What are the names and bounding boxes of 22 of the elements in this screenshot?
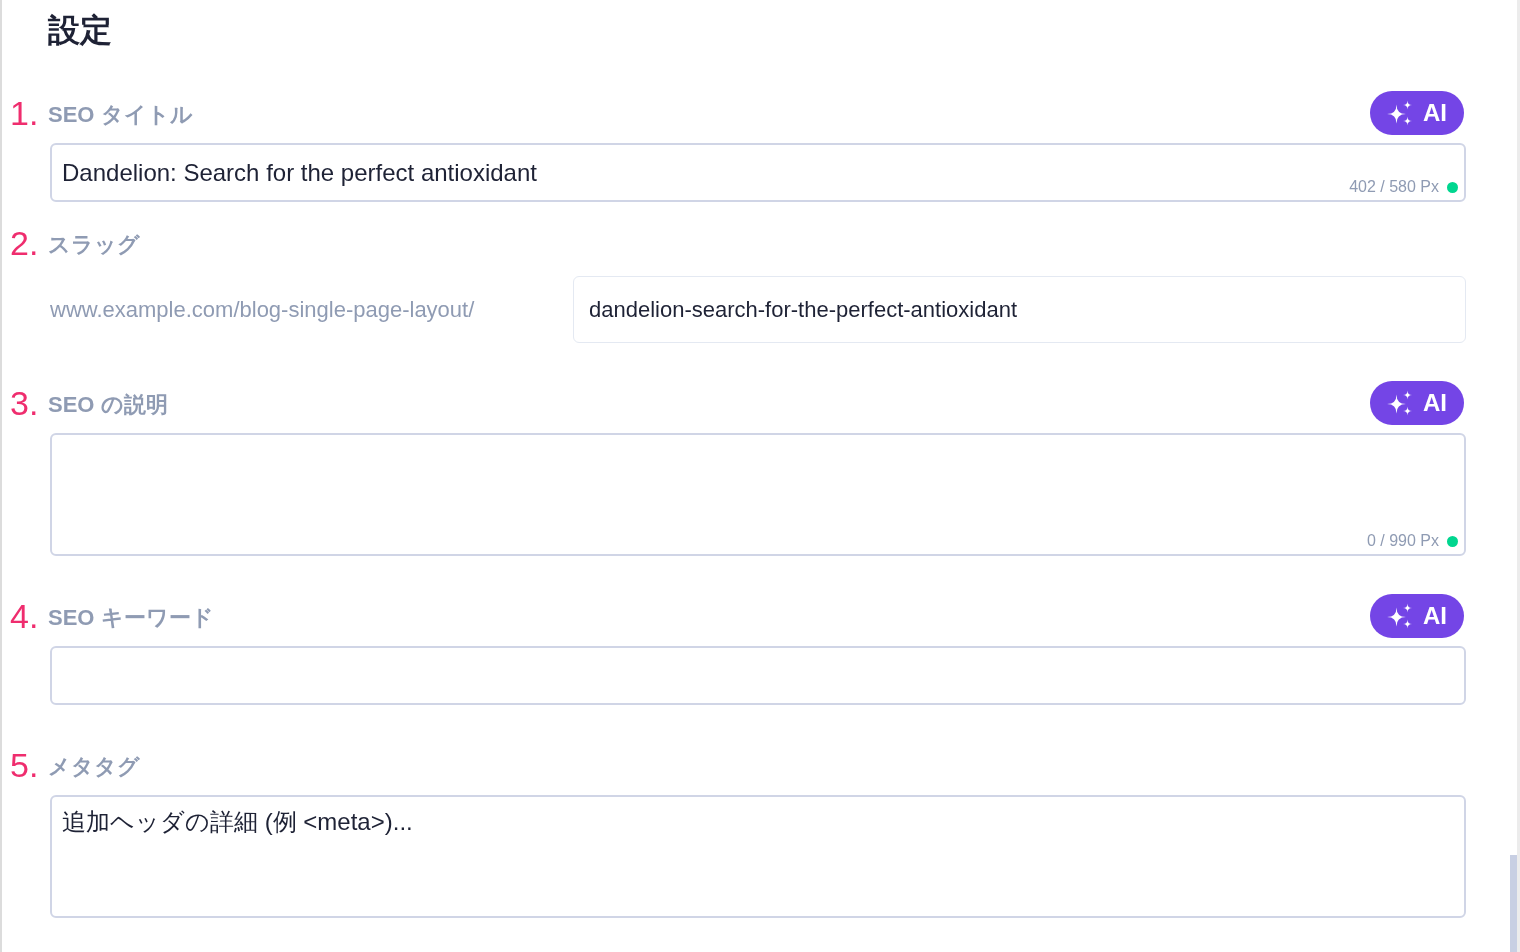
page-title: 設定 xyxy=(48,11,112,50)
field-label: SEO タイトル xyxy=(48,101,193,129)
text-input[interactable] xyxy=(50,646,1466,705)
step-number: 4. xyxy=(10,596,39,636)
pixel-counter: 402 / 580 Px xyxy=(1349,177,1439,197)
field-label: スラッグ xyxy=(48,231,140,259)
pixel-counter: 0 / 990 Px xyxy=(1366,531,1439,551)
step-number: 1. xyxy=(10,93,39,133)
ai-button[interactable]: AI xyxy=(1370,381,1464,425)
slug-input[interactable]: dandelion-search-for-the-perfect-antioxidant xyxy=(573,276,1466,343)
scrollbar-thumb[interactable] xyxy=(1510,855,1517,952)
ai-button[interactable]: AI xyxy=(1370,594,1464,638)
field-label: SEO キーワード xyxy=(48,604,214,632)
ai-button[interactable]: AI xyxy=(1370,91,1464,135)
step-number: 3. xyxy=(10,383,39,423)
field-label: メタタグ xyxy=(48,753,140,781)
textarea-field[interactable]: 追加ヘッダの詳細 (例 <meta>)... xyxy=(50,795,1466,918)
step-number: 5. xyxy=(10,745,39,785)
step-number: 2. xyxy=(10,223,39,263)
url-prefix: www.example.com/blog-single-page-layout/ xyxy=(50,296,475,324)
field-label: SEO の説明 xyxy=(48,391,168,419)
textarea-field[interactable] xyxy=(50,433,1466,556)
